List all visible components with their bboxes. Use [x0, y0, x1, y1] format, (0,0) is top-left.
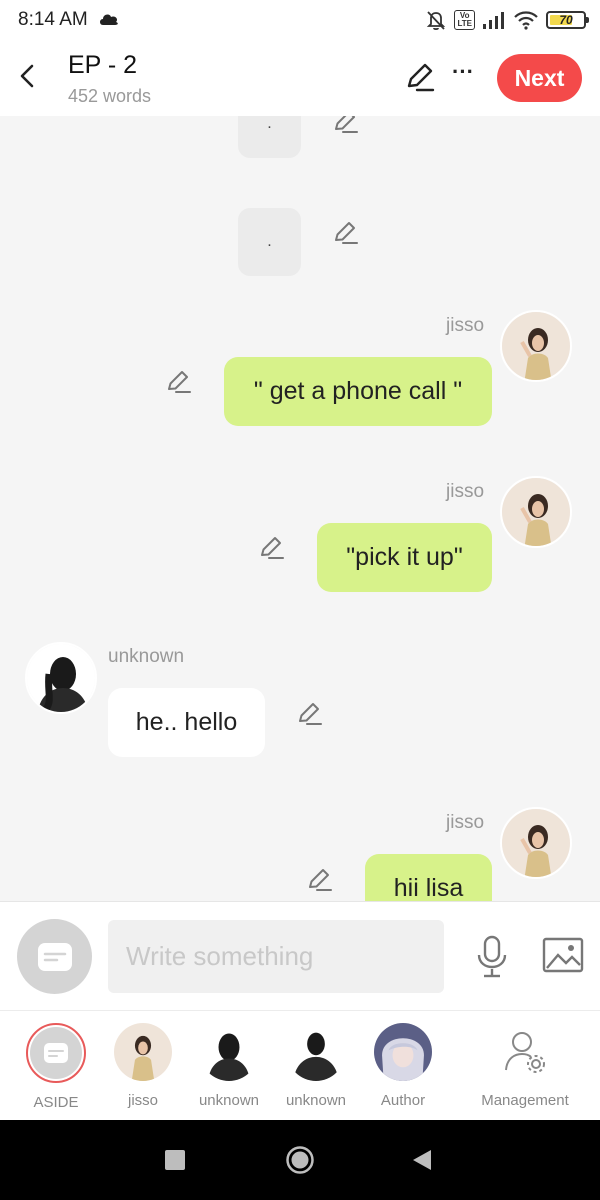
chevron-left-icon: [20, 64, 34, 88]
aside-avatar: [26, 1023, 86, 1083]
message-text: " get a phone call ": [253, 377, 463, 405]
status-icons: Vo LTE 70: [425, 8, 589, 32]
message-bubble[interactable]: hii lisa: [365, 854, 492, 901]
character-aside[interactable]: ASIDE: [11, 1023, 101, 1111]
battery-icon: 70: [546, 11, 589, 29]
avatar[interactable]: [500, 807, 572, 879]
microphone-icon: [477, 935, 507, 978]
management-avatar: [496, 1023, 554, 1081]
message-bubble[interactable]: " get a phone call ": [224, 357, 492, 426]
next-button[interactable]: Next: [497, 54, 582, 102]
character-label: ASIDE: [33, 1094, 79, 1111]
image-icon: [542, 937, 584, 973]
avatar: [114, 1023, 172, 1081]
sender-name: jisso: [446, 812, 485, 833]
message-text: hii lisa: [393, 874, 464, 901]
character-unknown[interactable]: unknown: [184, 1023, 274, 1109]
pencil-icon[interactable]: [332, 116, 360, 136]
jisso-avatar-icon: [114, 1023, 172, 1081]
character-label: Author: [380, 1092, 426, 1109]
jisso-avatar-icon: [502, 478, 570, 546]
status-time: 8:14 AM: [18, 9, 88, 30]
character-unknown[interactable]: unknown: [271, 1023, 361, 1109]
aside-bubble[interactable]: .: [238, 116, 301, 158]
unknown-male-avatar-icon: [287, 1023, 345, 1081]
chat-area[interactable]: . . jisso " get a phone call " jisso "pi…: [0, 116, 600, 901]
message-bubble[interactable]: "pick it up": [317, 523, 492, 592]
jisso-avatar-icon: [502, 809, 570, 877]
pencil-icon[interactable]: [332, 219, 360, 247]
battery-level: 70: [559, 13, 573, 27]
avatar[interactable]: [500, 476, 572, 548]
cloud-icon: [100, 14, 118, 25]
character-label: jisso: [127, 1092, 158, 1109]
character-label: unknown: [285, 1092, 347, 1109]
volte-icon: Vo LTE: [454, 10, 475, 30]
episode-title: EP - 2: [68, 51, 138, 79]
management-button[interactable]: Management: [480, 1023, 570, 1109]
microphone-button[interactable]: [474, 935, 510, 979]
pencil-icon[interactable]: [165, 368, 193, 396]
back-button[interactable]: [14, 58, 44, 94]
author-avatar-icon: [374, 1023, 432, 1081]
back-nav-button[interactable]: [411, 1148, 433, 1172]
edit-button[interactable]: [403, 62, 435, 94]
aside-icon: [44, 1043, 68, 1063]
message-input[interactable]: [108, 920, 444, 993]
user-settings-icon: [505, 1032, 545, 1073]
character-label: Management: [481, 1092, 569, 1109]
sender-name: unknown: [108, 646, 185, 667]
pencil-icon[interactable]: [258, 534, 286, 562]
wifi-icon: [514, 11, 538, 30]
aside-toggle-button[interactable]: [17, 919, 92, 994]
system-nav-bar: [0, 1120, 600, 1200]
character-bar: ASIDE jisso unknown unknown Author Manag…: [0, 1010, 600, 1120]
aside-text: .: [267, 116, 272, 132]
header: EP - 2 452 words ··· Next: [0, 40, 600, 116]
image-button[interactable]: [542, 937, 584, 973]
character-author[interactable]: Author: [358, 1023, 448, 1109]
volte-bottom: LTE: [457, 19, 472, 28]
bell-off-icon: [427, 11, 446, 31]
word-count: 452 words: [68, 86, 152, 106]
composer: [0, 901, 600, 1010]
message-bubble[interactable]: he.. hello: [108, 688, 265, 757]
avatar: [287, 1023, 345, 1081]
character-jisso[interactable]: jisso: [98, 1023, 188, 1109]
pencil-icon[interactable]: [296, 700, 324, 728]
avatar: [200, 1023, 258, 1081]
unknown-avatar-icon: [27, 644, 95, 712]
status-bar: 8:14 AM Vo LTE 70: [0, 0, 600, 40]
avatar[interactable]: [25, 642, 97, 714]
pencil-icon: [407, 63, 435, 92]
home-button[interactable]: [285, 1145, 315, 1175]
aside-icon: [37, 942, 72, 971]
pencil-icon[interactable]: [306, 866, 334, 894]
character-label: unknown: [198, 1092, 260, 1109]
more-button[interactable]: ···: [450, 61, 476, 92]
message-text: "pick it up": [346, 543, 463, 571]
recent-apps-button[interactable]: [165, 1150, 185, 1170]
avatar: [374, 1023, 432, 1081]
aside-bubble[interactable]: .: [238, 208, 301, 276]
aside-text: .: [267, 233, 272, 250]
avatar[interactable]: [500, 310, 572, 382]
signal-icon: [483, 12, 504, 29]
sender-name: jisso: [446, 481, 485, 502]
unknown-avatar-icon: [200, 1023, 258, 1081]
jisso-avatar-icon: [502, 312, 570, 380]
sender-name: jisso: [446, 315, 485, 336]
message-text: he.. hello: [135, 708, 238, 736]
